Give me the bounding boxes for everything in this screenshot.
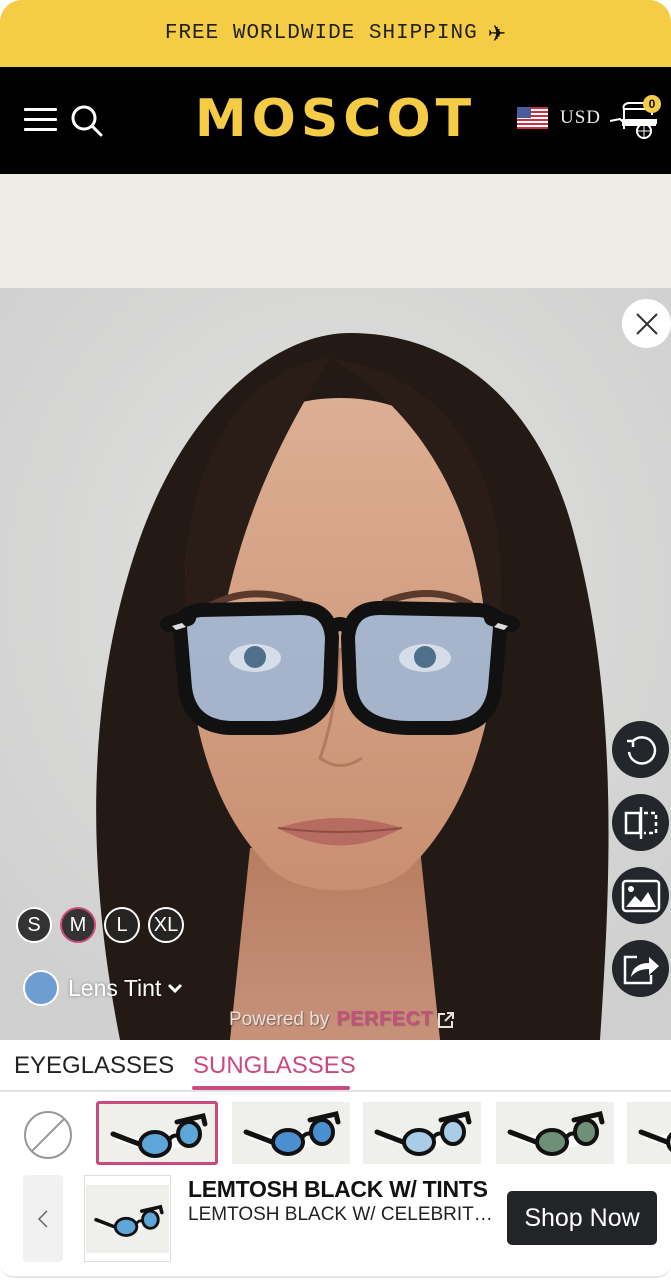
currency-label: USD	[560, 107, 602, 128]
image-icon	[621, 879, 660, 912]
powered-by-link[interactable]: Powered by PERFECT	[229, 1008, 455, 1031]
no-glasses-button[interactable]	[23, 1110, 73, 1160]
product-info-bar: LEMTOSH BLACK W/ TINTS LEMTOSH BLACK W/ …	[0, 1166, 671, 1278]
close-try-on-button[interactable]	[622, 299, 671, 348]
site-logo[interactable]: MOSCOT	[195, 89, 476, 149]
upload-photo-button[interactable]	[612, 867, 669, 924]
currency-selector[interactable]: USD	[517, 107, 601, 129]
promo-banner: FREE WORLDWIDE SHIPPING ✈	[0, 0, 671, 67]
frame-thumbnail[interactable]	[232, 1102, 350, 1164]
lens-tint-label: Lens Tint	[68, 974, 162, 1001]
sunglasses-icon	[110, 1113, 208, 1158]
hamburger-line	[24, 118, 57, 121]
side-toolbar	[612, 721, 670, 1013]
frame-thumbnail[interactable]	[363, 1102, 481, 1164]
sunglasses-icon	[374, 1111, 472, 1156]
tab-sunglasses[interactable]: SUNGLASSES	[193, 1052, 356, 1080]
banner-placeholder	[0, 174, 671, 288]
sunglasses-icon	[94, 1204, 164, 1237]
airplane-icon: ✈	[487, 20, 507, 46]
product-subtitle: LEMTOSH BLACK W/ CELEBRITY ...	[188, 1204, 500, 1225]
sunglasses-icon	[507, 1111, 605, 1156]
perfect-brand-logo: PERFECT	[336, 1008, 434, 1030]
product-title: LEMTOSH BLACK W/ TINTS	[188, 1176, 488, 1202]
cart-button[interactable]: 0	[608, 95, 664, 143]
frame-thumbnail[interactable]	[96, 1101, 218, 1165]
shop-now-button[interactable]: Shop Now	[507, 1191, 657, 1245]
compare-button[interactable]	[612, 794, 669, 851]
size-l-button[interactable]: L	[104, 907, 140, 943]
frame-thumbnail-carousel	[0, 1100, 671, 1166]
frame-thumbnail[interactable]	[496, 1102, 614, 1164]
reset-button[interactable]	[612, 721, 669, 778]
size-m-button[interactable]: M	[60, 907, 96, 943]
us-flag-icon	[517, 107, 548, 129]
size-xl-button[interactable]: XL	[148, 907, 184, 943]
sunglasses-icon	[638, 1129, 671, 1152]
none-slash-icon	[24, 1111, 72, 1159]
rotate-reset-icon	[626, 735, 656, 765]
hamburger-menu-icon	[24, 108, 57, 111]
search-button[interactable]	[70, 104, 104, 138]
close-icon	[635, 312, 658, 335]
frame-size-selector: S M L XL	[16, 907, 192, 943]
cart-count-badge: 0	[643, 95, 661, 113]
site-header: MOSCOT USD 0	[0, 67, 671, 174]
category-tabs: EYEGLASSES SUNGLASSES	[0, 1040, 671, 1092]
chevron-left-icon	[37, 1209, 48, 1228]
search-icon	[71, 105, 103, 137]
size-s-button[interactable]: S	[16, 907, 52, 943]
share-icon	[623, 955, 659, 984]
frame-thumbnail[interactable]	[627, 1102, 671, 1164]
promo-text: FREE WORLDWIDE SHIPPING	[164, 22, 478, 45]
product-image	[84, 1175, 171, 1262]
split-compare-icon	[624, 806, 657, 839]
hamburger-line	[24, 128, 57, 131]
menu-button[interactable]	[24, 106, 58, 134]
lens-tint-dropdown[interactable]: Lens Tint	[23, 970, 183, 1006]
external-link-icon	[438, 1011, 455, 1028]
active-tab-indicator	[192, 1086, 350, 1090]
previous-button[interactable]	[23, 1175, 63, 1262]
sunglasses-icon	[243, 1111, 341, 1156]
chevron-down-icon	[168, 983, 183, 994]
share-button[interactable]	[612, 940, 669, 997]
tab-eyeglasses[interactable]: EYEGLASSES	[14, 1052, 174, 1080]
powered-by-label: Powered by	[229, 1008, 330, 1030]
tint-color-swatch	[23, 970, 59, 1006]
virtual-try-on-viewport[interactable]: S M L XL Lens Tint Powered by PERFECT	[0, 288, 671, 1040]
